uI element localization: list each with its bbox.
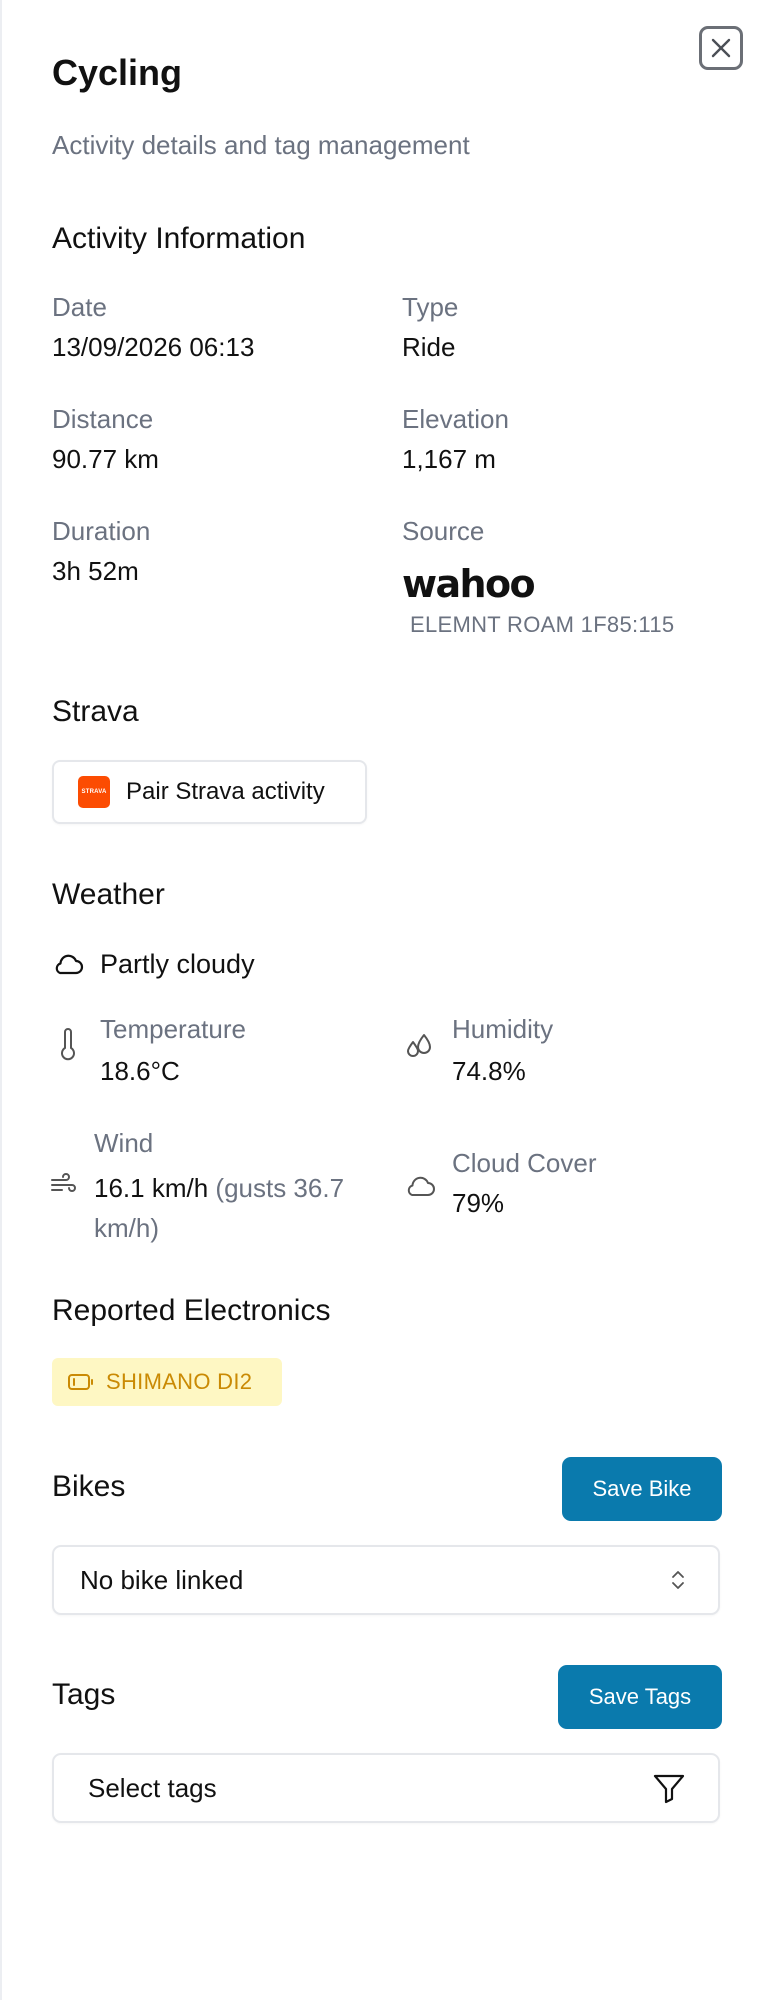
activity-section-title: Activity Information: [52, 222, 306, 255]
page-title: Cycling: [52, 52, 183, 93]
bike-select[interactable]: No bike linked: [52, 1545, 720, 1615]
bikes-section-title: Bikes: [52, 1470, 126, 1503]
thermometer-icon: [61, 1028, 75, 1061]
wind-gusts: (gusts 36.7: [215, 1173, 345, 1203]
duration-label: Duration: [52, 516, 151, 546]
close-button[interactable]: [699, 26, 743, 70]
elevation-label: Elevation: [402, 404, 509, 434]
chevrons-up-down-icon: [672, 1571, 684, 1589]
date-value: 13/09/2026 06:13: [52, 332, 255, 362]
tags-select-placeholder: Select tags: [88, 1772, 217, 1803]
distance-value: 90.77 km: [52, 444, 159, 474]
duration-value: 3h 52m: [52, 556, 139, 586]
humidity-label: Humidity: [452, 1014, 554, 1044]
weather-condition-label: Partly cloudy: [100, 948, 255, 979]
save-tags-button[interactable]: Save Tags: [558, 1665, 722, 1729]
humidity-value: 74.8%: [452, 1056, 526, 1086]
page-subtitle: Activity details and tag management: [52, 130, 470, 160]
weather-condition: Partly cloudy: [52, 948, 255, 980]
wind-icon: [51, 1173, 76, 1192]
filter-icon: [653, 1774, 685, 1804]
weather-section-title: Weather: [52, 878, 165, 911]
electronics-badge-label: SHIMANO DI2: [106, 1369, 253, 1394]
type-label: Type: [402, 292, 459, 322]
droplets-icon: [407, 1034, 431, 1057]
distance-label: Distance: [52, 404, 154, 434]
type-value: Ride: [402, 332, 456, 362]
tags-section-title: Tags: [52, 1678, 116, 1711]
save-bike-button[interactable]: Save Bike: [562, 1457, 722, 1521]
pair-strava-label: Pair Strava activity: [126, 778, 325, 805]
close-icon: [711, 38, 731, 58]
electronics-badge: SHIMANO DI2: [52, 1358, 282, 1406]
wind-value: 16.1 km/h: [94, 1173, 209, 1203]
pair-strava-button[interactable]: STRAVA Pair Strava activity: [52, 760, 367, 824]
bike-select-value: No bike linked: [80, 1564, 244, 1595]
wind-gusts-unit: km/h): [94, 1213, 159, 1243]
wind-value-block: 16.1 km/h (gusts 36.7 km/h): [94, 1168, 394, 1248]
strava-logo: STRAVA: [78, 776, 110, 808]
wind-label: Wind: [94, 1128, 154, 1158]
battery-icon: [68, 1374, 93, 1390]
source-device: ELEMNT ROAM 1F85:115: [410, 612, 675, 637]
cloud-icon: [55, 954, 84, 975]
temperature-label: Temperature: [100, 1014, 246, 1044]
cloud-cover-label: Cloud Cover: [452, 1148, 597, 1178]
cloud-cover-value: 79%: [452, 1188, 505, 1218]
temperature-value: 18.6°C: [100, 1056, 180, 1086]
strava-section-title: Strava: [52, 695, 139, 728]
cloud-cover-icon: [407, 1176, 435, 1196]
wahoo-logo: wahoo: [402, 562, 536, 606]
electronics-section-title: Reported Electronics: [52, 1294, 331, 1327]
tags-select[interactable]: Select tags: [52, 1753, 720, 1823]
date-label: Date: [52, 292, 107, 322]
elevation-value: 1,167 m: [402, 444, 496, 474]
activity-details-panel: Cycling Activity details and tag managem…: [0, 0, 768, 2000]
source-label: Source: [402, 516, 485, 546]
